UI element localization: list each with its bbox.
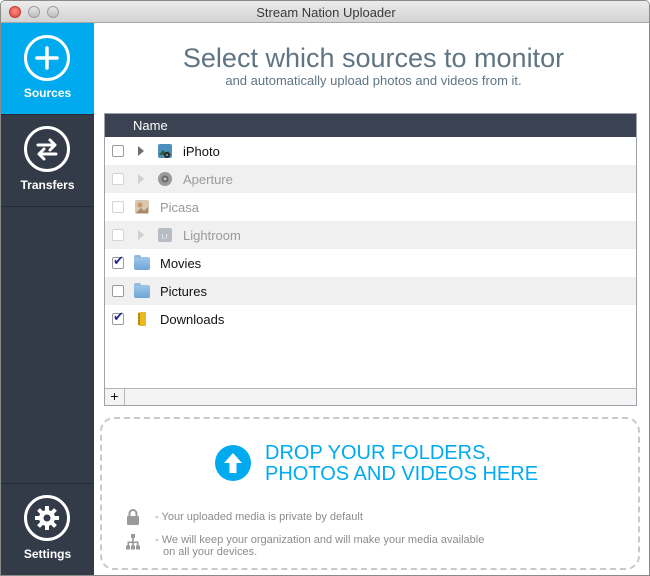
source-label: Movies [160, 256, 202, 271]
source-checkbox[interactable] [112, 285, 124, 297]
organization-note: - We will keep your organization and wil… [155, 534, 484, 558]
organization-note-line-1: - We will keep your organization and wil… [155, 534, 485, 546]
lightroom-icon: Lr [157, 227, 173, 243]
transfer-arrows-icon [24, 126, 70, 172]
drop-zone[interactable]: DROP YOUR FOLDERS, PHOTOS AND VIDEOS HER… [100, 417, 640, 570]
source-label: Pictures [160, 284, 207, 299]
upload-arrow-icon [215, 445, 251, 481]
add-source-button[interactable]: + [105, 389, 125, 405]
disclosure-triangle-icon[interactable] [138, 146, 144, 156]
source-checkbox[interactable] [112, 254, 124, 269]
source-row-movies[interactable]: Movies [105, 249, 636, 277]
source-row-lightroom: Lr Lightroom [105, 221, 636, 249]
sidebar-divider [1, 206, 94, 207]
lock-icon [126, 509, 140, 528]
hierarchy-icon [126, 534, 140, 553]
picasa-icon [134, 199, 150, 215]
source-checkbox [112, 173, 124, 185]
source-checkbox [112, 201, 124, 213]
table-footer: + [105, 388, 636, 405]
sidebar-item-label: Transfers [20, 178, 75, 192]
sidebar-item-label: Sources [23, 86, 72, 100]
folder-icon [134, 255, 150, 270]
folder-icon [134, 283, 150, 298]
title-bar: Stream Nation Uploader [1, 1, 649, 23]
source-label: Downloads [160, 312, 225, 327]
sidebar-item-label: Settings [23, 547, 72, 561]
source-row-iphoto[interactable]: iPhoto [105, 137, 636, 165]
sidebar-item-transfers[interactable]: Transfers [1, 115, 94, 206]
sidebar-item-settings[interactable]: Settings [1, 484, 94, 575]
sources-table: Name iPhoto Aperture Picasa Lr Lightroom… [104, 113, 637, 406]
iphoto-icon [157, 143, 173, 159]
source-label: Aperture [183, 172, 233, 187]
source-label: Lightroom [183, 228, 241, 243]
app-window: Stream Nation Uploader Sources Transfers [0, 0, 650, 576]
source-checkbox[interactable] [112, 145, 124, 157]
sidebar-item-sources[interactable]: Sources [1, 23, 94, 114]
drop-line-2: PHOTOS AND VIDEOS HERE [265, 463, 539, 485]
disclosure-triangle-icon [138, 230, 144, 240]
drop-line-1: DROP YOUR FOLDERS, [265, 442, 491, 464]
source-checkbox[interactable] [112, 310, 124, 325]
source-row-downloads[interactable]: Downloads [105, 305, 636, 333]
downloads-folder-icon [134, 311, 150, 327]
page-title: Select which sources to monitor [182, 43, 565, 73]
source-label: Picasa [160, 200, 200, 215]
page-subtitle: and automatically upload photos and vide… [225, 73, 522, 88]
disclosure-triangle-icon [138, 174, 144, 184]
source-row-pictures[interactable]: Pictures [105, 277, 636, 305]
svg-text:Lr: Lr [162, 233, 169, 241]
source-checkbox [112, 229, 124, 241]
plus-icon [24, 35, 70, 81]
gear-icon [24, 495, 70, 541]
source-label: iPhoto [183, 144, 220, 159]
sidebar: Sources Transfers Settings [1, 23, 94, 575]
source-row-aperture: Aperture [105, 165, 636, 193]
window-title: Stream Nation Uploader [256, 5, 396, 20]
drop-instructions: DROP YOUR FOLDERS, PHOTOS AND VIDEOS HER… [265, 443, 538, 485]
source-row-picasa: Picasa [105, 193, 636, 221]
privacy-note: - Your uploaded media is private by defa… [155, 511, 363, 523]
organization-note-line-2: on all your devices. [163, 546, 258, 558]
column-header-name[interactable]: Name [105, 114, 636, 137]
aperture-icon [157, 171, 173, 187]
